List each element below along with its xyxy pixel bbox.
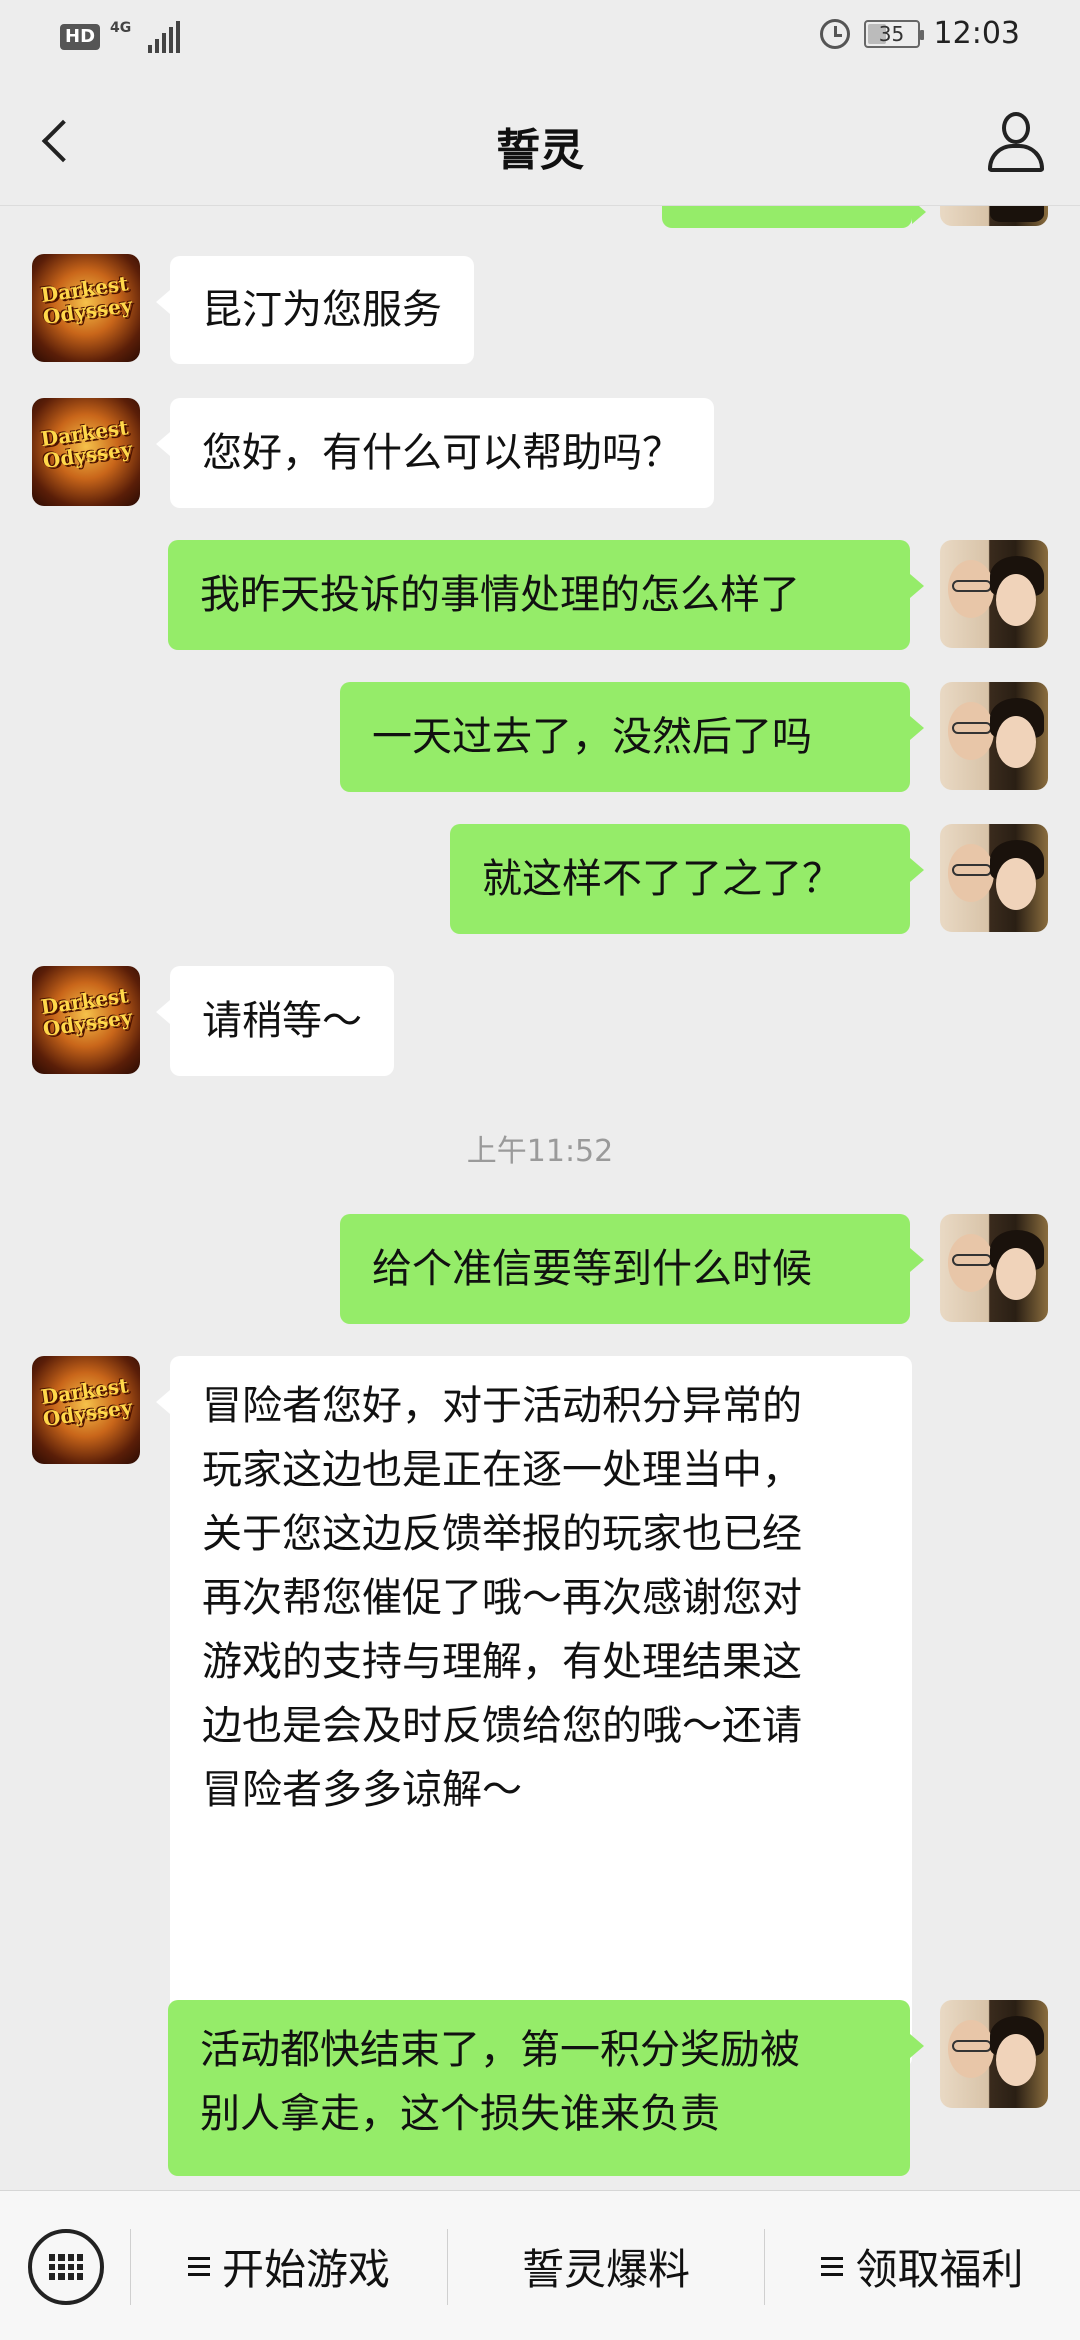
status-bar: HD 4G 35 12:03	[0, 0, 1080, 76]
menu-label: 开始游戏	[221, 2244, 390, 2294]
bot-avatar[interactable]: Darkest Odyssey	[32, 398, 140, 506]
status-right: 35 12:03	[819, 16, 1020, 51]
bot-avatar-logo: Darkest Odyssey	[39, 271, 134, 330]
user-avatar[interactable]	[940, 2000, 1048, 2108]
clock: 12:03	[933, 16, 1020, 51]
user-avatar[interactable]	[940, 682, 1048, 790]
bot-avatar[interactable]: Darkest Odyssey	[32, 1356, 140, 1464]
signal-icon	[148, 21, 181, 53]
page-title: 誓灵	[496, 125, 584, 176]
message-bubble[interactable]: 昆汀为您服务	[156, 256, 474, 364]
title-bar: 誓灵	[0, 76, 1080, 206]
message-line: 别人拿走，这个损失谁来负责	[200, 2091, 720, 2137]
message-bubble[interactable]: 一天过去了，没然后了吗	[340, 682, 924, 792]
message-bubble-partial[interactable]	[662, 206, 926, 228]
status-left: HD 4G	[60, 20, 181, 54]
message-timestamp: 上午11:52	[466, 1134, 614, 1169]
message-bubble[interactable]: 活动都快结束了，第一积分奖励被 别人拿走，这个损失谁来负责	[168, 2000, 924, 2176]
message-line: 冒险者多多谅解～	[202, 1767, 522, 1813]
message-line: 边也是会及时反馈给您的哦～还请	[202, 1703, 802, 1749]
bot-avatar[interactable]: Darkest Odyssey	[32, 966, 140, 1074]
battery-level: 35	[878, 21, 905, 46]
bot-avatar[interactable]: Darkest Odyssey	[32, 254, 140, 362]
network-icon: 4G	[110, 20, 138, 54]
menu-label: 誓灵爆料	[521, 2244, 690, 2294]
menu-list-icon	[821, 2256, 844, 2276]
message-bubble[interactable]: 我昨天投诉的事情处理的怎么样了	[168, 540, 924, 650]
user-avatar[interactable]	[940, 824, 1048, 932]
message-line: 冒险者您好，对于活动积分异常的	[202, 1383, 802, 1429]
user-avatar[interactable]	[940, 206, 1048, 226]
menu-label: 领取福利	[855, 2244, 1024, 2294]
message-line: 关于您这边反馈举报的玩家也已经	[202, 1511, 802, 1557]
bottom-menu-bar: 开始游戏 誓灵爆料 领取福利	[0, 2190, 1080, 2340]
message-bubble[interactable]: 就这样不了了之了？	[450, 824, 924, 934]
battery-icon: 35	[863, 19, 924, 48]
hd-badge: HD	[60, 24, 101, 50]
message-line: 再次帮您催促了哦～再次感谢您对	[202, 1575, 802, 1621]
menu-start-game[interactable]: 开始游戏	[131, 2191, 447, 2340]
message-line: 玩家这边也是正在逐一处理当中，	[202, 1447, 802, 1493]
menu-list-icon	[187, 2256, 210, 2276]
alarm-icon	[819, 18, 850, 49]
user-avatar[interactable]	[940, 1214, 1048, 1322]
profile-icon[interactable]	[980, 106, 1050, 176]
message-line: 游戏的支持与理解，有处理结果这	[202, 1639, 802, 1685]
user-avatar[interactable]	[940, 540, 1048, 648]
network-type: 4G	[110, 20, 132, 36]
menu-news[interactable]: 誓灵爆料	[448, 2191, 764, 2340]
keyboard-icon[interactable]	[28, 2229, 104, 2305]
message-bubble[interactable]: 请稍等～	[156, 966, 394, 1076]
message-bubble[interactable]: 给个准信要等到什么时候	[340, 1214, 924, 1324]
chat-area[interactable]: Darkest Odyssey 昆汀为您服务 Darkest Odyssey 您好，…	[0, 206, 1080, 2206]
menu-claim-rewards[interactable]: 领取福利	[765, 2191, 1080, 2340]
message-line: 活动都快结束了，第一积分奖励被	[200, 2027, 800, 2073]
message-bubble[interactable]: 冒险者您好，对于活动积分异常的 玩家这边也是正在逐一处理当中， 关于您这边反馈举…	[156, 1356, 912, 2068]
message-bubble[interactable]: 您好，有什么可以帮助吗？	[156, 398, 714, 508]
